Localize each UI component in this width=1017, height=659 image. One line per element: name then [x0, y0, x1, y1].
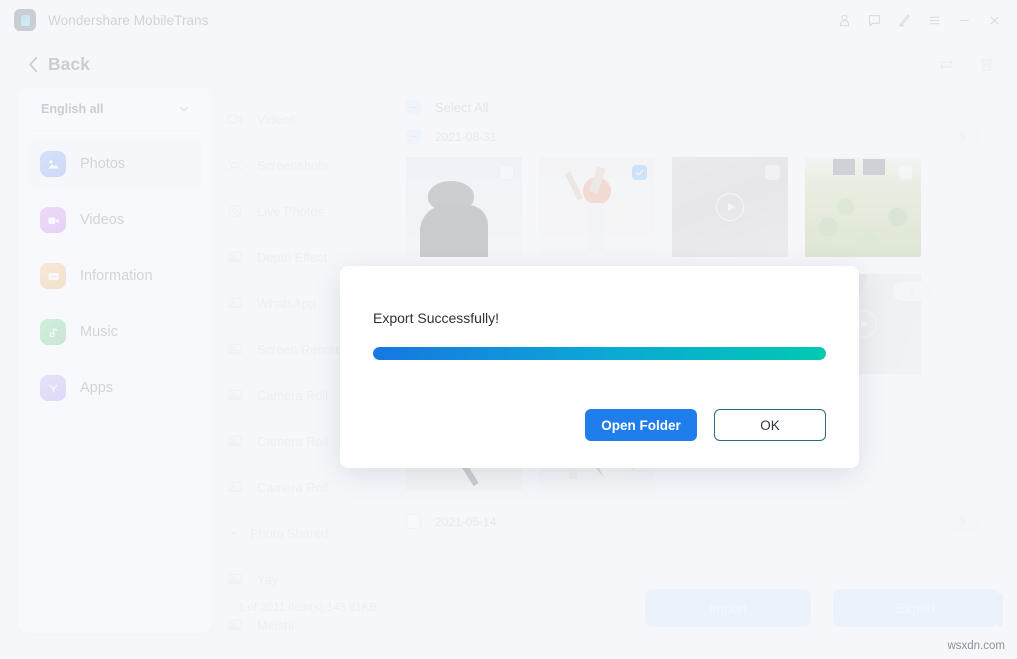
export-success-dialog: Export Successfully! Open Folder OK: [340, 266, 859, 468]
dialog-actions: Open Folder OK: [585, 409, 826, 441]
watermark: wsxdn.com: [947, 640, 1005, 652]
dialog-title: Export Successfully!: [373, 266, 826, 326]
ok-button[interactable]: OK: [714, 409, 826, 441]
open-folder-button[interactable]: Open Folder: [585, 409, 697, 441]
progress-bar: [373, 347, 826, 360]
progress-bar-fill: [373, 347, 826, 360]
